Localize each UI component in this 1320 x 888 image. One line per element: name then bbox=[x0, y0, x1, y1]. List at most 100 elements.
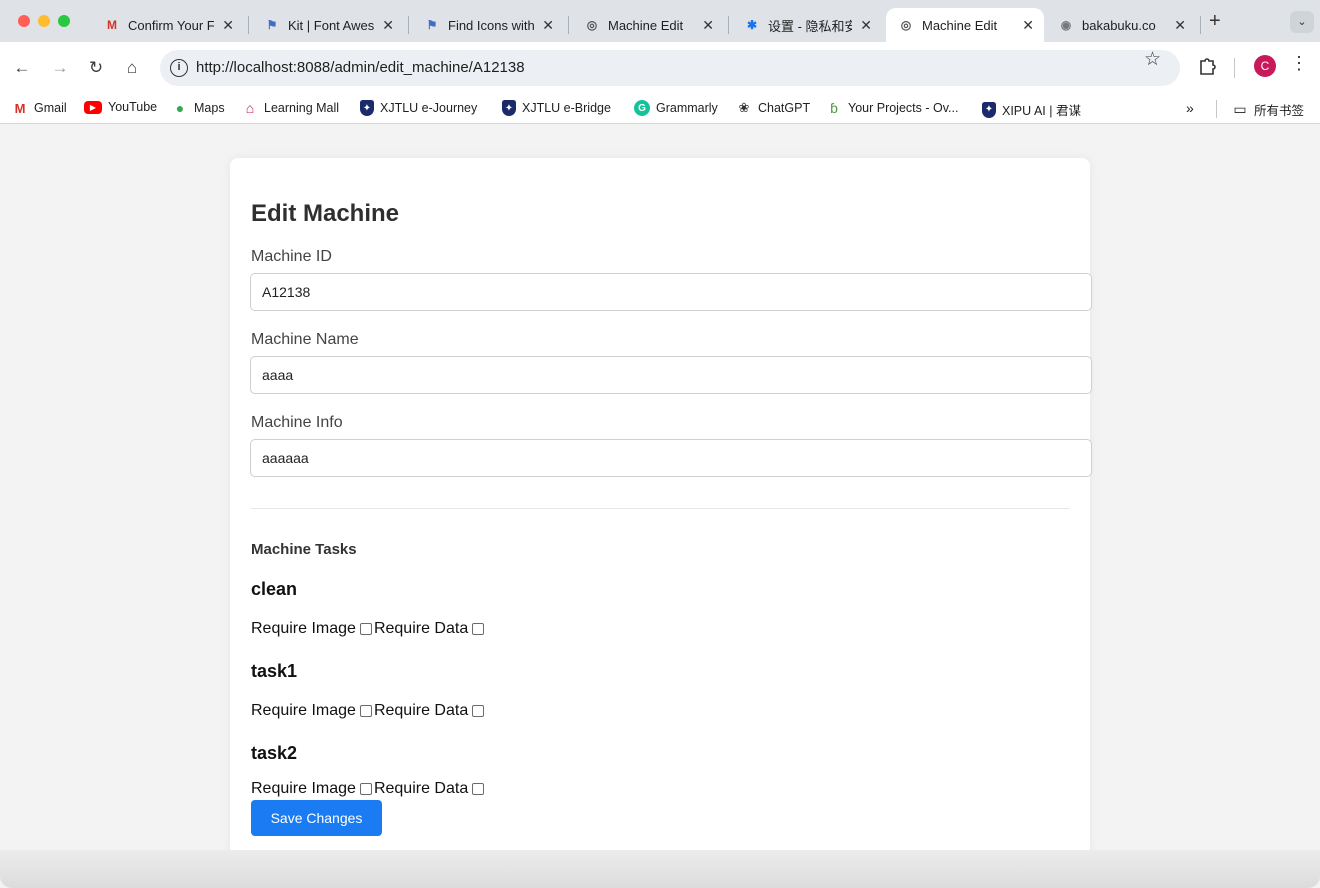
task-options-row: Require Image Require Data bbox=[251, 780, 486, 798]
bookmark-overleaf[interactable]: ɓ Your Projects - Ov... bbox=[826, 100, 958, 116]
all-bookmarks-folder[interactable]: ▭ 所有书签 bbox=[1232, 100, 1304, 119]
gear-icon: ✱ bbox=[746, 18, 758, 32]
require-data-checkbox[interactable] bbox=[472, 783, 485, 795]
font-awesome-icon: ⚑ bbox=[426, 18, 438, 32]
bookmark-label: Maps bbox=[194, 101, 225, 115]
machine-tasks-heading: Machine Tasks bbox=[251, 541, 357, 558]
close-tab-icon[interactable]: ✕ bbox=[222, 17, 234, 34]
require-data-label: Require Data bbox=[373, 620, 469, 637]
profile-avatar[interactable]: C bbox=[1254, 55, 1276, 77]
globe-icon: ◎ bbox=[900, 18, 912, 32]
youtube-icon: ▶ bbox=[84, 100, 102, 114]
require-data-label: Require Data bbox=[373, 780, 469, 797]
bookmark-learning-mall[interactable]: ⌂ Learning Mall bbox=[242, 100, 339, 116]
bookmark-youtube[interactable]: ▶ YouTube bbox=[84, 100, 157, 114]
machine-info-label: Machine Info bbox=[251, 414, 343, 431]
tab-font-awesome-kit[interactable]: ⚑ Kit | Font Awes ✕ bbox=[252, 8, 404, 42]
reload-icon[interactable]: ↻ bbox=[84, 56, 108, 80]
bookmark-xjtlu-e-journey[interactable]: ✦ XJTLU e-Journey bbox=[360, 100, 477, 116]
tab-gmail[interactable]: M Confirm Your F ✕ bbox=[92, 8, 244, 42]
minimize-window-button[interactable] bbox=[38, 15, 50, 27]
bookmark-label: XIPU AI | 君谋 bbox=[1002, 104, 1081, 118]
require-image-checkbox[interactable] bbox=[359, 623, 372, 635]
back-icon[interactable]: ← bbox=[10, 56, 34, 80]
gmail-icon: M bbox=[14, 100, 26, 116]
task-options-row: Require Image Require Data bbox=[251, 620, 486, 638]
tab-machine-edit[interactable]: ◎ Machine Edit ✕ bbox=[572, 8, 724, 42]
gmail-icon: M bbox=[107, 18, 117, 32]
bookmark-label: Gmail bbox=[34, 101, 67, 115]
save-changes-button[interactable]: Save Changes bbox=[251, 800, 382, 836]
machine-id-input[interactable] bbox=[250, 273, 1092, 311]
require-image-checkbox[interactable] bbox=[359, 705, 372, 717]
close-window-button[interactable] bbox=[18, 15, 30, 27]
maximize-window-button[interactable] bbox=[58, 15, 70, 27]
home-icon[interactable]: ⌂ bbox=[120, 56, 144, 80]
bookmark-label: Learning Mall bbox=[264, 101, 340, 115]
bookmark-gmail[interactable]: M Gmail bbox=[12, 100, 67, 116]
window-bottom-edge bbox=[0, 850, 1320, 888]
close-tab-icon[interactable]: ✕ bbox=[1174, 17, 1186, 34]
require-image-label: Require Image bbox=[251, 780, 356, 797]
tab-title: Machine Edit bbox=[608, 17, 684, 33]
globe-icon: ◎ bbox=[586, 18, 598, 32]
close-tab-icon[interactable]: ✕ bbox=[860, 17, 872, 34]
chatgpt-icon: ❀ bbox=[738, 100, 750, 115]
bookmark-maps[interactable]: ● Maps bbox=[172, 100, 225, 116]
bookmark-label: 所有书签 bbox=[1254, 104, 1305, 118]
tab-find-icons[interactable]: ⚑ Find Icons with ✕ bbox=[412, 8, 564, 42]
close-tab-icon[interactable]: ✕ bbox=[382, 17, 394, 34]
tab-title: bakabuku.co bbox=[1082, 17, 1156, 33]
bookmark-label: XJTLU e-Bridge bbox=[522, 101, 611, 115]
forward-icon[interactable]: → bbox=[48, 56, 72, 80]
bookmark-xjtlu-e-bridge[interactable]: ✦ XJTLU e-Bridge bbox=[502, 100, 611, 116]
tab-title: Machine Edit bbox=[922, 17, 998, 33]
tab-strip: M Confirm Your F ✕ ⚑ Kit | Font Awes ✕ ⚑… bbox=[0, 0, 1320, 42]
more-bookmarks-chevron-icon[interactable]: » bbox=[1186, 100, 1194, 116]
tab-title: Kit | Font Awes bbox=[288, 17, 375, 33]
require-image-label: Require Image bbox=[251, 702, 356, 719]
tab-machine-edit-active[interactable]: ◎ Machine Edit ✕ bbox=[886, 8, 1044, 42]
url-text[interactable]: http://localhost:8088/admin/edit_machine… bbox=[196, 59, 525, 76]
require-image-label: Require Image bbox=[251, 620, 356, 637]
close-tab-icon[interactable]: ✕ bbox=[542, 17, 554, 34]
bookmark-grammarly[interactable]: G Grammarly bbox=[634, 100, 718, 116]
tab-search-button[interactable]: ⌄ bbox=[1290, 11, 1314, 33]
learning-mall-icon: ⌂ bbox=[245, 100, 255, 116]
bookmarks-bar: M Gmail ▶ YouTube ● Maps ⌂ Learning Mall… bbox=[0, 94, 1320, 124]
edit-machine-card: Edit Machine Machine ID Machine Name Mac… bbox=[230, 158, 1092, 858]
task-name: clean bbox=[251, 579, 298, 599]
task-name: task2 bbox=[251, 743, 298, 763]
bookmark-chatgpt[interactable]: ❀ ChatGPT bbox=[736, 100, 811, 116]
machine-name-label: Machine Name bbox=[251, 331, 359, 348]
new-tab-button[interactable]: + bbox=[1209, 10, 1221, 33]
more-menu-icon[interactable]: ⋮ bbox=[1290, 53, 1308, 74]
bookmark-label: Your Projects - Ov... bbox=[848, 101, 959, 115]
browser-toolbar: ← → ↻ ⌂ i http://localhost:8088/admin/ed… bbox=[0, 42, 1320, 94]
task-options-row: Require Image Require Data bbox=[251, 702, 486, 720]
bookmark-xipu-ai[interactable]: ✦ XIPU AI | 君谋 bbox=[982, 100, 1081, 119]
bookmark-label: ChatGPT bbox=[758, 101, 811, 115]
bookmark-star-icon[interactable]: ☆ bbox=[1144, 48, 1161, 71]
url-host: localhost bbox=[233, 59, 293, 76]
tab-title: 设置 - 隐私和安 bbox=[768, 18, 853, 34]
address-bar[interactable]: i http://localhost:8088/admin/edit_machi… bbox=[160, 50, 1180, 86]
require-data-checkbox[interactable] bbox=[472, 705, 485, 717]
machine-name-input[interactable] bbox=[250, 356, 1092, 394]
machine-info-input[interactable] bbox=[250, 439, 1092, 477]
page-title: Edit Machine bbox=[251, 200, 400, 227]
font-awesome-icon: ⚑ bbox=[266, 18, 278, 32]
xjtlu-shield-icon: ✦ bbox=[502, 100, 516, 116]
require-data-checkbox[interactable] bbox=[472, 623, 485, 635]
overleaf-icon: ɓ bbox=[830, 100, 838, 116]
close-tab-icon[interactable]: ✕ bbox=[1022, 17, 1034, 34]
url-path: :8088/admin/edit_machine/A12138 bbox=[292, 59, 525, 76]
xjtlu-shield-icon: ✦ bbox=[360, 100, 374, 116]
require-image-checkbox[interactable] bbox=[359, 783, 372, 795]
close-tab-icon[interactable]: ✕ bbox=[702, 17, 714, 34]
section-divider bbox=[251, 508, 1070, 509]
tab-settings[interactable]: ✱ 设置 - 隐私和安 ✕ bbox=[732, 8, 882, 42]
site-info-icon[interactable]: i bbox=[170, 59, 188, 77]
extensions-puzzle-icon[interactable] bbox=[1198, 56, 1216, 76]
tab-bakabuku[interactable]: ◉ bakabuku.co ✕ bbox=[1046, 8, 1196, 42]
